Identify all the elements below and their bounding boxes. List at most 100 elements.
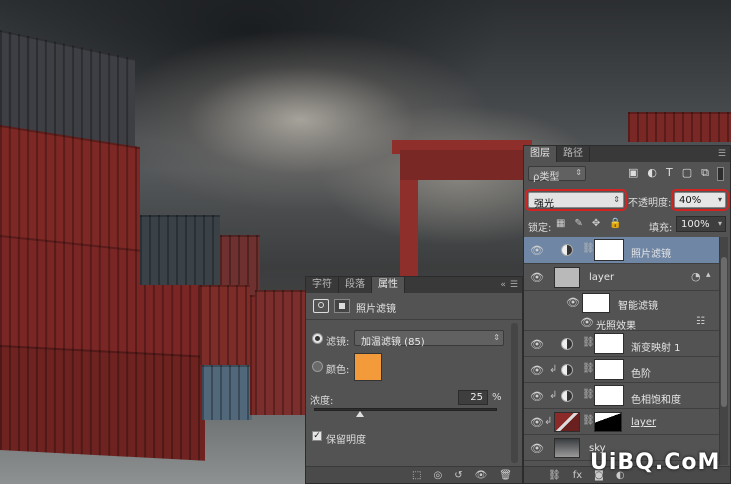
fill-label: 填充: — [649, 223, 673, 234]
layer-name[interactable]: layer — [631, 417, 656, 428]
delete-icon[interactable]: 🗑 — [499, 470, 512, 481]
layer-row-hue-saturation[interactable]: 👁 ↲ ⛓ 色相饱和度 — [524, 383, 720, 409]
layers-scrollbar[interactable] — [719, 237, 728, 465]
filter-select[interactable]: 加温滤镜 (85) ⇕ — [354, 330, 504, 348]
layer-name[interactable]: 渐变映射 1 — [631, 339, 681, 354]
dropdown-arrow-icon: ▾ — [717, 195, 722, 204]
link-chain-icon: ⛓ — [582, 363, 595, 374]
layer-thumbnail[interactable] — [554, 412, 580, 432]
fill-value: 100% — [681, 219, 710, 230]
layer-name[interactable]: 色相饱和度 — [631, 391, 681, 406]
clip-to-layer-icon[interactable]: ⬚ — [412, 470, 421, 481]
collapse-icon[interactable]: « — [500, 277, 506, 293]
select-arrows-icon: ⇕ — [493, 333, 500, 342]
view-previous-icon[interactable]: ◎ — [433, 470, 442, 481]
layer-name[interactable]: layer — [589, 272, 614, 283]
layer-name[interactable]: 光照效果 — [596, 317, 636, 332]
link-layers-icon[interactable]: ⛓ — [548, 470, 561, 481]
visibility-eye-icon[interactable]: 👁 — [563, 296, 583, 309]
layer-name[interactable]: 色阶 — [631, 365, 651, 380]
visibility-eye-icon[interactable]: 👁 — [527, 390, 547, 403]
clipping-arrow-icon: ↲ — [549, 364, 558, 375]
layer-row-masked-layer[interactable]: 👁 ↲ ⛓ layer — [524, 409, 720, 435]
properties-header: 照片滤镜 — [306, 294, 522, 320]
layer-mask-thumbnail[interactable] — [594, 412, 622, 432]
panel-menu-icon[interactable]: ☰ — [510, 277, 518, 293]
layer-thumbnail[interactable] — [554, 438, 580, 458]
select-arrows-icon: ⇕ — [613, 195, 620, 204]
tab-character[interactable]: 字符 — [306, 277, 339, 293]
color-radio[interactable] — [312, 361, 323, 372]
link-chain-icon: ⛓ — [582, 415, 595, 426]
mask-icon[interactable] — [334, 299, 350, 313]
layer-style-icon[interactable]: fx — [573, 470, 582, 481]
pixel-filter-icon[interactable]: ▣ — [628, 166, 638, 180]
blend-mode-value: 强光 — [534, 199, 554, 210]
layer-mask-thumbnail[interactable] — [594, 333, 624, 354]
tab-paragraph[interactable]: 段落 — [339, 277, 372, 293]
filter-toggle[interactable] — [717, 167, 724, 181]
tab-layers[interactable]: 图层 — [524, 146, 557, 162]
density-slider-track[interactable] — [314, 408, 497, 411]
layer-name[interactable]: 智能滤镜 — [618, 297, 658, 312]
layer-row-smart-filters[interactable]: 👁 智能滤镜 — [524, 291, 720, 315]
visibility-toggle-icon[interactable]: 👁 — [475, 470, 488, 481]
color-swatch[interactable] — [354, 353, 382, 381]
filter-radio[interactable] — [312, 333, 323, 344]
visibility-eye-icon[interactable]: 👁 — [527, 442, 547, 455]
type-filter-icon[interactable]: T — [666, 166, 673, 180]
reset-icon[interactable]: ↺ — [454, 470, 462, 481]
layers-scroll-thumb[interactable] — [721, 257, 727, 407]
visibility-eye-icon[interactable]: 👁 — [527, 364, 547, 377]
lock-paint-icon[interactable]: ✎ — [574, 218, 582, 229]
lock-all-icon[interactable]: 🔒 — [609, 218, 621, 229]
properties-tabbar: 字符 段落 属性 « ☰ — [306, 277, 522, 293]
layer-list: 👁 ⛓ 照片滤镜 👁 layer ◔ ▴ 👁 智能滤镜 👁 光照效果 ☷ 👁 ⛓… — [524, 237, 720, 467]
visibility-eye-icon[interactable]: 👁 — [577, 316, 597, 329]
kind-filter-value: ρ类型 — [533, 172, 560, 183]
layer-mask-thumbnail[interactable] — [594, 239, 624, 261]
visibility-eye-icon[interactable]: 👁 — [527, 271, 547, 284]
lock-position-icon[interactable]: ✥ — [592, 218, 600, 229]
lock-transparent-icon[interactable]: ▦ — [556, 218, 565, 229]
panel-menu-icon[interactable]: ☰ — [718, 146, 726, 162]
opacity-input[interactable]: 40% ▾ — [671, 189, 729, 211]
preserve-luminosity-checkbox[interactable]: ✓ — [312, 431, 322, 441]
kind-filter-select[interactable]: ρ类型 ⇕ — [528, 166, 586, 183]
smart-object-filter-icon[interactable]: ⧉ — [701, 166, 709, 180]
filter-select-value: 加温滤镜 (85) — [361, 337, 425, 348]
layer-row-levels[interactable]: 👁 ↲ ⛓ 色阶 — [524, 357, 720, 383]
layer-row-photo-filter[interactable]: 👁 ⛓ 照片滤镜 — [524, 237, 720, 264]
fill-input[interactable]: 100% ▾ — [676, 216, 726, 232]
density-value: 25 — [470, 392, 483, 403]
filter-options-icon[interactable]: ☷ — [696, 316, 705, 327]
opacity-value: 40% — [679, 195, 702, 206]
properties-scrollbar[interactable] — [511, 323, 518, 463]
density-slider-thumb[interactable] — [355, 411, 364, 417]
layer-mask-thumbnail[interactable] — [594, 385, 624, 406]
expand-arrow-icon[interactable]: ▴ — [706, 270, 711, 280]
layer-row-lighting-effects[interactable]: 👁 光照效果 ☷ — [524, 315, 720, 332]
tab-properties[interactable]: 属性 — [372, 277, 405, 293]
density-label: 浓度: — [310, 396, 334, 407]
adjustment-layer-icon — [561, 244, 573, 256]
smart-filter-mask-thumbnail[interactable] — [582, 293, 610, 313]
container-stack-far — [255, 290, 305, 415]
filter-label: 滤镜: — [326, 337, 350, 348]
shape-filter-icon[interactable]: ▢ — [682, 166, 692, 180]
smart-filter-badge-icon: ◔ — [691, 270, 701, 283]
clipping-arrow-icon: ↲ — [549, 390, 558, 401]
tab-paths[interactable]: 路径 — [557, 146, 590, 162]
blend-mode-select[interactable]: 强光 ⇕ — [525, 189, 627, 211]
adjustment-filter-icon[interactable]: ◐ — [647, 166, 657, 180]
layer-mask-thumbnail[interactable] — [594, 359, 624, 380]
layer-name[interactable]: 照片滤镜 — [631, 245, 671, 260]
smart-object-thumbnail[interactable] — [554, 267, 580, 288]
layer-row-smart-object[interactable]: 👁 layer ◔ ▴ — [524, 264, 720, 291]
preserve-luminosity-label: 保留明度 — [326, 435, 366, 446]
filter-icons: ▣ ◐ T ▢ ⧉ — [628, 166, 709, 180]
density-input[interactable]: 25 — [458, 390, 488, 405]
visibility-eye-icon[interactable]: 👁 — [527, 338, 547, 351]
layer-row-gradient-map[interactable]: 👁 ⛓ 渐变映射 1 — [524, 331, 720, 357]
visibility-eye-icon[interactable]: 👁 — [527, 244, 547, 257]
